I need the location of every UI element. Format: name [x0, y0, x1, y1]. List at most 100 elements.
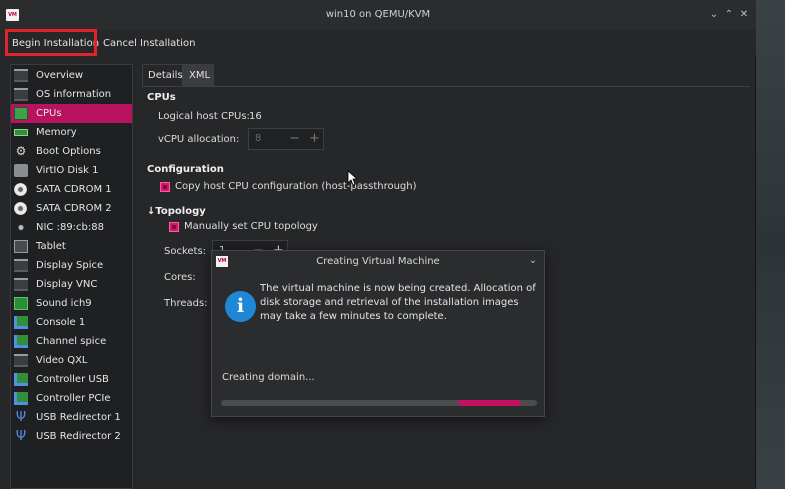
sidebar-item-label: Controller PCIe — [36, 393, 111, 404]
close-icon[interactable]: ✕ — [738, 9, 750, 21]
monitor-icon — [14, 278, 28, 291]
manual-cpu-topology-label: Manually set CPU topology — [184, 221, 318, 232]
title-bar[interactable]: VM win10 on QEMU/KVM ⌄ ⌃ ✕ — [0, 0, 756, 30]
sidebar-item-label: SATA CDROM 2 — [36, 203, 112, 214]
plus-icon[interactable]: + — [309, 129, 320, 149]
sidebar-item-overview[interactable]: Overview — [11, 66, 132, 85]
monitor-icon — [14, 88, 28, 101]
sidebar-item-display-vnc[interactable]: Display VNC — [11, 275, 132, 294]
console-icon — [14, 316, 28, 329]
sidebar-item-label: OS information — [36, 89, 112, 100]
tab-xml[interactable]: XML — [183, 64, 214, 86]
sidebar-item-label: SATA CDROM 1 — [36, 184, 112, 195]
monitor-icon — [14, 69, 28, 82]
sidebar-item-controller-pcie[interactable]: Controller PCIe — [11, 389, 132, 408]
cores-label: Cores: — [164, 272, 196, 283]
threads-label: Threads: — [164, 298, 208, 309]
mouse-cursor-icon — [347, 170, 357, 186]
sidebar-item-label: Controller USB — [36, 374, 109, 385]
sidebar-item-label: Tablet — [36, 241, 66, 252]
sidebar-item-usb-redirector-1[interactable]: Ψ USB Redirector 1 — [11, 408, 132, 427]
sidebar-item-sound-ich9[interactable]: Sound ich9 — [11, 294, 132, 313]
copy-host-cpu-checkbox[interactable] — [160, 182, 170, 192]
logical-host-cpus-label: Logical host CPUs: — [158, 111, 250, 122]
logical-host-cpus-value: 16 — [249, 111, 262, 122]
creation-progress-bar — [221, 400, 537, 406]
sidebar-item-label: Console 1 — [36, 317, 86, 328]
sidebar-item-memory[interactable]: Memory — [11, 123, 132, 142]
sidebar-item-sata-cdrom-1[interactable]: SATA CDROM 1 — [11, 180, 132, 199]
sidebar-item-os-information[interactable]: OS information — [11, 85, 132, 104]
configuration-section-title: Configuration — [147, 164, 224, 175]
sidebar-item-label: USB Redirector 2 — [36, 431, 121, 442]
cpu-chip-icon — [14, 107, 28, 120]
topology-section-title[interactable]: ↓Topology — [147, 206, 206, 217]
vcpu-allocation-stepper[interactable]: 8 − + — [248, 128, 324, 150]
sidebar-item-virtio-disk-1[interactable]: VirtIO Disk 1 — [11, 161, 132, 180]
channel-icon — [14, 335, 28, 348]
cdrom-icon — [14, 202, 27, 215]
chevron-down-icon[interactable]: ⌄ — [527, 255, 539, 267]
monitor-icon — [14, 259, 28, 272]
usb-icon: Ψ — [15, 429, 27, 444]
dialog-status-text: Creating domain... — [222, 372, 315, 383]
sidebar-item-label: Display VNC — [36, 279, 98, 290]
vm-window: VM win10 on QEMU/KVM ⌄ ⌃ ✕ Begin Install… — [0, 0, 756, 489]
sidebar-item-console-1[interactable]: Console 1 — [11, 313, 132, 332]
sidebar-item-label: Sound ich9 — [36, 298, 92, 309]
cdrom-icon — [14, 183, 27, 196]
chevron-down-icon[interactable]: ⌄ — [708, 9, 720, 21]
copy-host-cpu-label: Copy host CPU configuration (host-passth… — [175, 181, 417, 192]
dialog-message: The virtual machine is now being created… — [260, 283, 536, 322]
hard-disk-icon — [14, 164, 28, 177]
network-icon — [14, 221, 28, 234]
sidebar-item-tablet[interactable]: Tablet — [11, 237, 132, 256]
sidebar-item-label: Display Spice — [36, 260, 104, 271]
chevron-up-icon[interactable]: ⌃ — [723, 9, 735, 21]
window-title: win10 on QEMU/KVM — [325, 9, 431, 20]
tablet-icon — [14, 240, 28, 253]
sidebar-item-boot-options[interactable]: ⚙ Boot Options — [11, 142, 132, 161]
sidebar-item-video-qxl[interactable]: Video QXL — [11, 351, 132, 370]
desktop-background — [755, 0, 785, 489]
sidebar-item-label: NIC :89:cb:88 — [36, 222, 104, 233]
minus-icon[interactable]: − — [289, 129, 300, 149]
sidebar-item-usb-redirector-2[interactable]: Ψ USB Redirector 2 — [11, 427, 132, 446]
sidebar-item-sata-cdrom-2[interactable]: SATA CDROM 2 — [11, 199, 132, 218]
tab-details[interactable]: Details — [142, 64, 183, 86]
sidebar-item-label: Video QXL — [36, 355, 88, 366]
info-icon: i — [225, 291, 256, 322]
controller-icon — [14, 373, 28, 386]
cpus-section-title: CPUs — [147, 92, 176, 103]
sidebar-item-label: Overview — [36, 70, 84, 81]
sockets-label: Sockets: — [164, 246, 207, 257]
manual-cpu-topology-checkbox[interactable] — [169, 222, 179, 232]
sidebar-item-label: Boot Options — [36, 146, 101, 157]
sidebar-item-nic[interactable]: NIC :89:cb:88 — [11, 218, 132, 237]
sidebar-item-label: VirtIO Disk 1 — [36, 165, 99, 176]
topology-title-text: Topology — [155, 206, 206, 217]
sidebar-item-channel-spice[interactable]: Channel spice — [11, 332, 132, 351]
dialog-title-bar[interactable]: VM Creating Virtual Machine ⌄ — [212, 251, 544, 272]
vcpu-allocation-value: 8 — [255, 133, 262, 144]
sidebar-item-cpus[interactable]: CPUs — [11, 104, 132, 123]
begin-installation-highlight-box — [5, 29, 97, 56]
controller-icon — [14, 392, 28, 405]
sidebar-item-label: Channel spice — [36, 336, 107, 347]
gears-icon: ⚙ — [15, 144, 27, 158]
sidebar-item-controller-usb[interactable]: Controller USB — [11, 370, 132, 389]
sidebar-item-label: CPUs — [36, 108, 62, 119]
creating-vm-dialog: VM Creating Virtual Machine ⌄ i The virt… — [211, 250, 545, 417]
sidebar-item-display-spice[interactable]: Display Spice — [11, 256, 132, 275]
hardware-sidebar: Overview OS information CPUs Memory ⚙ Bo… — [10, 64, 133, 489]
usb-icon: Ψ — [15, 410, 27, 425]
sound-card-icon — [14, 297, 28, 310]
vcpu-allocation-label: vCPU allocation: — [158, 134, 240, 145]
cancel-installation-button[interactable]: Cancel Installation — [103, 35, 195, 53]
monitor-icon — [14, 354, 28, 367]
sidebar-item-label: Memory — [36, 127, 77, 138]
dialog-title: Creating Virtual Machine — [316, 256, 440, 267]
progress-bar-fill — [458, 400, 522, 406]
memory-icon — [14, 129, 28, 136]
sidebar-item-label: USB Redirector 1 — [36, 412, 121, 423]
